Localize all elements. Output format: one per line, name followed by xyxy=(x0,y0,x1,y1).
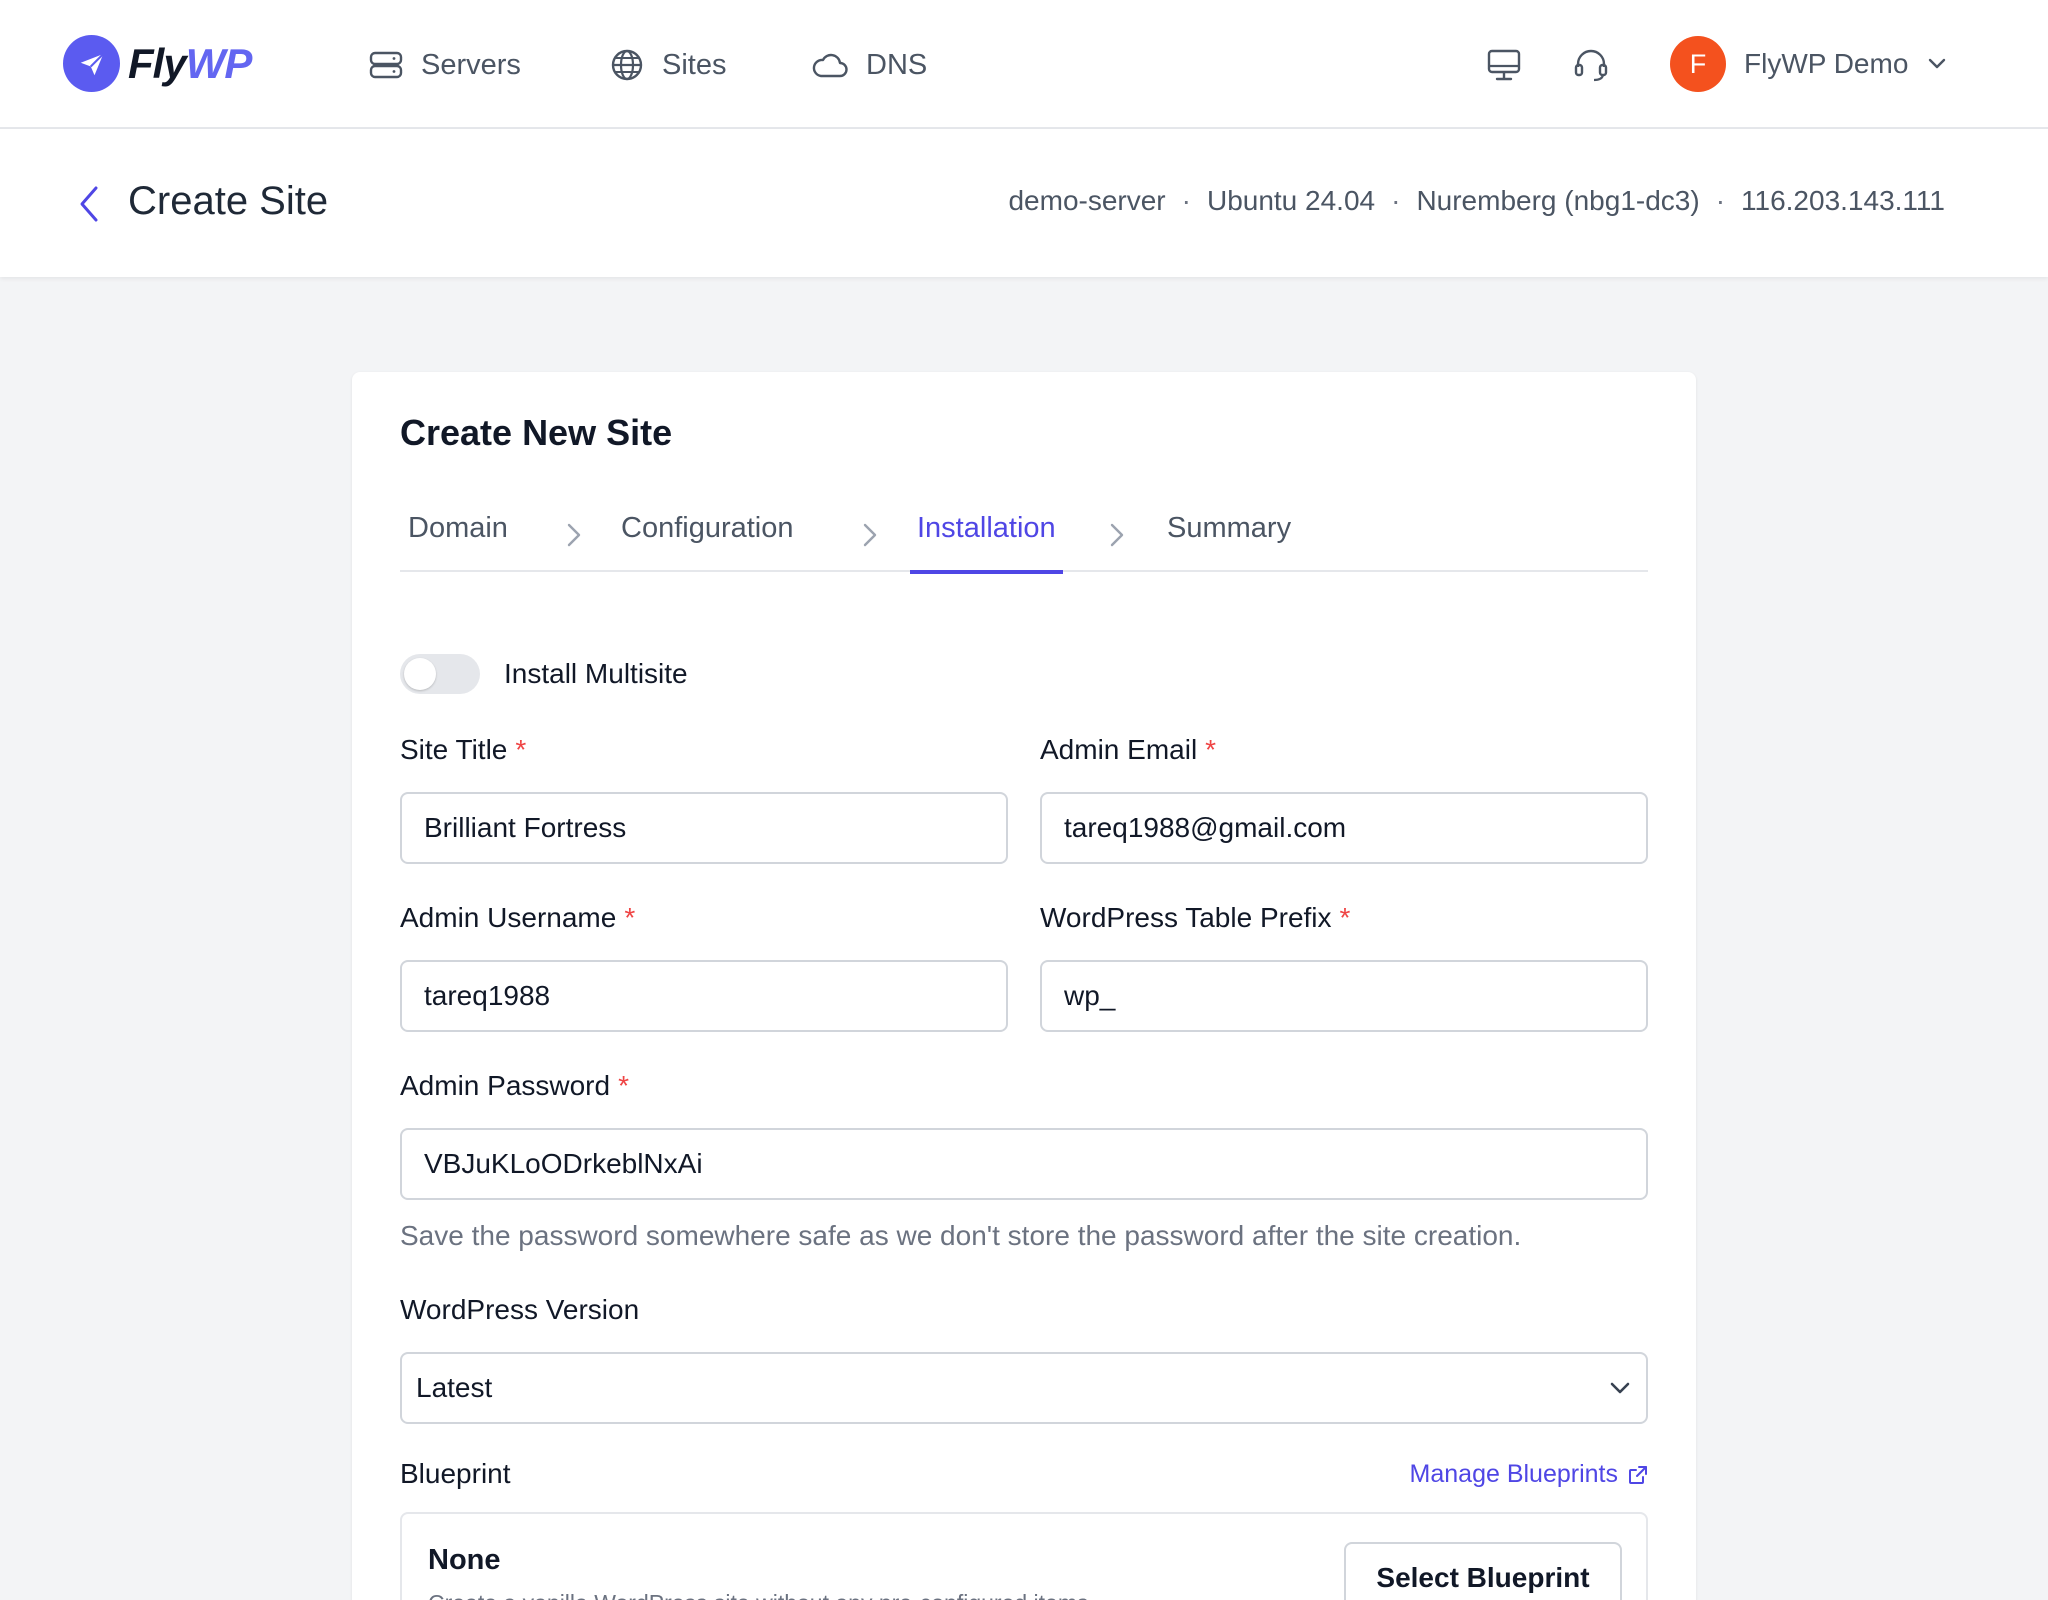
external-link-icon xyxy=(1629,1465,1647,1484)
multisite-row: Install Multisite xyxy=(400,654,688,694)
headset-icon xyxy=(1574,49,1608,82)
required-mark: * xyxy=(515,734,527,765)
admin-password-input[interactable]: VBJuKLoODrkeblNxAi xyxy=(400,1128,1648,1200)
nav-sites[interactable]: Sites xyxy=(610,44,726,86)
table-prefix-label-text: WordPress Table Prefix xyxy=(1040,902,1332,933)
server-ip: 116.203.143.111 xyxy=(1741,185,1945,216)
back-button[interactable] xyxy=(74,181,104,227)
cloud-icon xyxy=(812,53,848,78)
step-configuration[interactable]: Configuration xyxy=(621,512,794,572)
required-mark: * xyxy=(624,902,636,933)
table-prefix-label: WordPress Table Prefix * xyxy=(1040,902,1350,934)
manage-blueprints-text: Manage Blueprints xyxy=(1409,1460,1618,1488)
blueprint-selection: None Create a vanilla WordPress site wit… xyxy=(400,1512,1648,1600)
step-domain[interactable]: Domain xyxy=(408,512,508,572)
support-button[interactable] xyxy=(1571,45,1611,85)
blueprint-description: Create a vanilla WordPress site without … xyxy=(428,1590,1095,1600)
password-help-text: Save the password somewhere safe as we d… xyxy=(400,1220,1522,1251)
admin-password-label-text: Admin Password xyxy=(400,1070,611,1101)
site-title-label: Site Title * xyxy=(400,734,526,766)
avatar: F xyxy=(1670,36,1726,92)
monitor-icon xyxy=(1487,49,1521,81)
select-blueprint-button[interactable]: Select Blueprint xyxy=(1344,1542,1622,1600)
required-mark: * xyxy=(1339,902,1351,933)
manage-blueprints-link[interactable]: Manage Blueprints xyxy=(1410,1460,1648,1489)
nav-servers-label: Servers xyxy=(421,48,521,81)
chevron-right-icon xyxy=(863,523,877,547)
blueprint-label: Blueprint xyxy=(400,1458,511,1489)
nav-dns-label: DNS xyxy=(866,48,928,81)
flywp-logo-icon xyxy=(63,35,120,92)
top-navigation: FlyWP Servers Sites DNS F FlyWP Demo xyxy=(0,0,2048,129)
site-title-label-text: Site Title xyxy=(400,734,508,765)
server-location: Nuremberg (nbg1-dc3) xyxy=(1416,185,1700,216)
globe-icon xyxy=(611,49,643,81)
admin-email-label: Admin Email * xyxy=(1040,734,1216,766)
wp-version-select[interactable]: Latest xyxy=(400,1352,1648,1424)
chevron-down-icon xyxy=(1610,1382,1630,1394)
toggle-knob xyxy=(404,658,436,690)
chevron-right-icon xyxy=(1110,523,1124,547)
page-title: Create Site xyxy=(128,179,329,223)
server-icon xyxy=(369,51,403,79)
admin-username-label-text: Admin Username xyxy=(400,902,617,933)
monitor-button[interactable] xyxy=(1484,45,1524,85)
chevron-right-icon xyxy=(567,523,581,547)
step-installation[interactable]: Installation xyxy=(910,512,1063,574)
admin-email-label-text: Admin Email xyxy=(1040,734,1198,765)
nav-dns[interactable]: DNS xyxy=(812,44,927,86)
multisite-label: Install Multisite xyxy=(504,658,688,689)
site-title-input[interactable]: Brilliant Fortress xyxy=(400,792,1008,864)
card-title: Create New Site xyxy=(400,412,673,453)
separator: · xyxy=(1391,185,1401,216)
separator: · xyxy=(1181,185,1191,216)
multisite-toggle[interactable] xyxy=(400,654,480,694)
separator: · xyxy=(1715,185,1726,216)
nav-sites-label: Sites xyxy=(662,48,727,81)
admin-username-input[interactable]: tareq1988 xyxy=(400,960,1008,1032)
logo-wordmark: FlyWP xyxy=(128,39,253,88)
required-mark: * xyxy=(618,1070,629,1101)
wp-version-label: WordPress Version xyxy=(400,1294,640,1325)
blueprint-name: None xyxy=(428,1544,501,1576)
user-name: FlyWP Demo xyxy=(1744,48,1909,79)
server-name: demo-server xyxy=(1008,185,1166,216)
create-site-card: Create New Site Domain Configuration Ins… xyxy=(352,372,1696,1600)
flywp-logo[interactable]: FlyWP xyxy=(63,35,253,92)
admin-password-label: Admin Password * xyxy=(400,1070,629,1102)
admin-email-input[interactable]: tareq1988@gmail.com xyxy=(1040,792,1648,864)
chevron-left-icon xyxy=(80,186,98,222)
server-os: Ubuntu 24.04 xyxy=(1206,185,1376,216)
wp-version-value: Latest xyxy=(416,1372,493,1403)
page-header: Create Site demo-server · Ubuntu 24.04 ·… xyxy=(0,129,2048,277)
required-mark: * xyxy=(1205,734,1217,765)
logo-wp-text: WP xyxy=(185,39,253,87)
admin-username-label: Admin Username * xyxy=(400,902,635,934)
server-info: demo-server · Ubuntu 24.04 · Nuremberg (… xyxy=(1008,185,1945,217)
step-summary[interactable]: Summary xyxy=(1167,512,1291,572)
stepper: Domain Configuration Installation Summar… xyxy=(400,512,1648,574)
chevron-down-icon xyxy=(1928,58,1946,70)
nav-servers[interactable]: Servers xyxy=(369,44,521,86)
user-menu[interactable]: F FlyWP Demo xyxy=(1670,36,1946,92)
logo-fly-text: Fly xyxy=(128,39,187,87)
table-prefix-input[interactable]: wp_ xyxy=(1040,960,1648,1032)
